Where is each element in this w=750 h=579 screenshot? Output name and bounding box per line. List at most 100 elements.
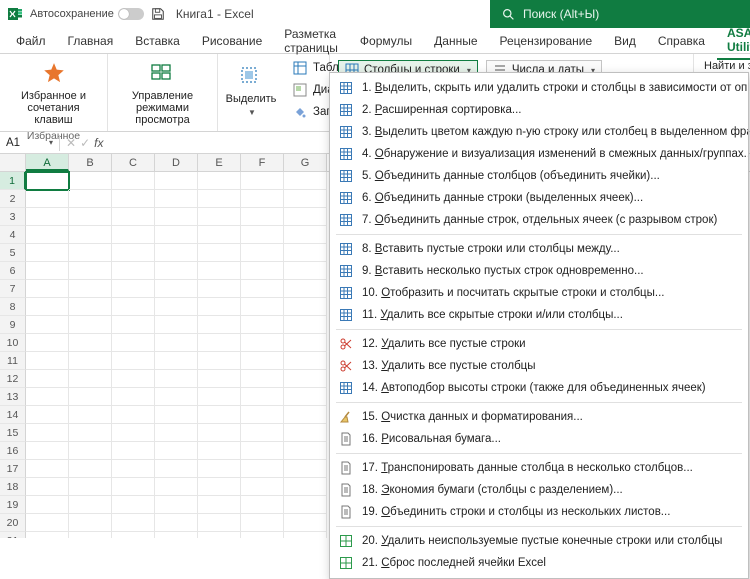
tab-вид[interactable]: Вид — [604, 30, 646, 52]
cell[interactable] — [26, 190, 69, 208]
cancel-icon[interactable]: ✕ — [66, 136, 76, 150]
cell[interactable] — [26, 316, 69, 334]
cell[interactable] — [69, 226, 112, 244]
column-header[interactable]: F — [241, 154, 284, 171]
cell[interactable] — [112, 262, 155, 280]
cell[interactable] — [69, 532, 112, 538]
cell[interactable] — [241, 172, 284, 190]
cell[interactable] — [241, 352, 284, 370]
cell[interactable] — [155, 460, 198, 478]
cell[interactable] — [241, 424, 284, 442]
menu-item-10[interactable]: 10. Отобразить и посчитать скрытые строк… — [330, 282, 748, 304]
menu-item-17[interactable]: 17. Транспонировать данные столбца в нес… — [330, 457, 748, 479]
cell[interactable] — [26, 514, 69, 532]
menu-item-8[interactable]: 8. Вставить пустые строки или столбцы ме… — [330, 238, 748, 260]
cell[interactable] — [198, 478, 241, 496]
cell[interactable] — [155, 280, 198, 298]
row-header[interactable]: 7 — [0, 280, 26, 298]
cell[interactable] — [69, 442, 112, 460]
row-header[interactable]: 14 — [0, 406, 26, 424]
menu-item-12[interactable]: 12. Удалить все пустые строки — [330, 333, 748, 355]
cell[interactable] — [284, 334, 327, 352]
menu-item-13[interactable]: 13. Удалить все пустые столбцы — [330, 355, 748, 377]
menu-item-14[interactable]: 14. Автоподбор высоты строки (также для … — [330, 377, 748, 399]
cell[interactable] — [198, 370, 241, 388]
cell[interactable] — [155, 478, 198, 496]
cell[interactable] — [284, 298, 327, 316]
cell[interactable] — [26, 406, 69, 424]
cell[interactable] — [155, 262, 198, 280]
cell[interactable] — [69, 460, 112, 478]
cell[interactable] — [26, 334, 69, 352]
cell[interactable] — [69, 496, 112, 514]
cell[interactable] — [26, 424, 69, 442]
menu-item-15[interactable]: 15. Очистка данных и форматирования... — [330, 406, 748, 428]
cell[interactable] — [155, 244, 198, 262]
cell[interactable] — [198, 244, 241, 262]
menu-item-16[interactable]: 16. Рисовальная бумага... — [330, 428, 748, 450]
row-header[interactable]: 19 — [0, 496, 26, 514]
save-icon[interactable] — [150, 6, 166, 22]
cell[interactable] — [284, 406, 327, 424]
cell[interactable] — [155, 298, 198, 316]
cell[interactable] — [155, 496, 198, 514]
cell[interactable] — [26, 478, 69, 496]
column-header[interactable]: D — [155, 154, 198, 171]
cell[interactable] — [112, 298, 155, 316]
cell[interactable] — [241, 442, 284, 460]
menu-item-5[interactable]: 5. Объединить данные столбцов (объединит… — [330, 165, 748, 187]
cell[interactable] — [26, 352, 69, 370]
cell[interactable] — [241, 388, 284, 406]
cell[interactable] — [155, 172, 198, 190]
cell[interactable] — [155, 406, 198, 424]
cell[interactable] — [241, 208, 284, 226]
cell[interactable] — [284, 478, 327, 496]
cell[interactable] — [241, 298, 284, 316]
row-header[interactable]: 20 — [0, 514, 26, 532]
tab-рисование[interactable]: Рисование — [192, 30, 272, 52]
cell[interactable] — [112, 406, 155, 424]
cell[interactable] — [69, 388, 112, 406]
menu-item-2[interactable]: 2. Расширенная сортировка... — [330, 99, 748, 121]
row-header[interactable]: 1 — [0, 172, 26, 190]
cell[interactable] — [26, 172, 69, 190]
tab-вставка[interactable]: Вставка — [125, 30, 190, 52]
row-header[interactable]: 9 — [0, 316, 26, 334]
cell[interactable] — [198, 316, 241, 334]
cell[interactable] — [198, 496, 241, 514]
cell[interactable] — [112, 442, 155, 460]
menu-item-4[interactable]: 4. Обнаружение и визуализация изменений … — [330, 143, 748, 165]
cell[interactable] — [26, 244, 69, 262]
cell[interactable] — [69, 190, 112, 208]
row-header[interactable]: 16 — [0, 442, 26, 460]
row-header[interactable]: 10 — [0, 334, 26, 352]
cell[interactable] — [284, 424, 327, 442]
cell[interactable] — [155, 532, 198, 538]
row-header[interactable]: 5 — [0, 244, 26, 262]
cell[interactable] — [284, 460, 327, 478]
cell[interactable] — [155, 424, 198, 442]
tab-главная[interactable]: Главная — [58, 30, 124, 52]
tab-данные[interactable]: Данные — [424, 30, 487, 52]
cell[interactable] — [155, 388, 198, 406]
cell[interactable] — [284, 172, 327, 190]
fx-icon[interactable]: fx — [94, 136, 103, 150]
cell[interactable] — [69, 316, 112, 334]
cell[interactable] — [69, 298, 112, 316]
cell[interactable] — [198, 388, 241, 406]
cell[interactable] — [198, 298, 241, 316]
cell[interactable] — [112, 334, 155, 352]
cell[interactable] — [155, 226, 198, 244]
cell[interactable] — [284, 514, 327, 532]
cell[interactable] — [284, 262, 327, 280]
cell[interactable] — [284, 352, 327, 370]
row-header[interactable]: 13 — [0, 388, 26, 406]
cell[interactable] — [198, 172, 241, 190]
cell[interactable] — [198, 190, 241, 208]
cell[interactable] — [26, 208, 69, 226]
cell[interactable] — [198, 262, 241, 280]
cell[interactable] — [69, 244, 112, 262]
menu-item-9[interactable]: 9. Вставить несколько пустых строк однов… — [330, 260, 748, 282]
cell[interactable] — [241, 226, 284, 244]
cell[interactable] — [26, 532, 69, 538]
